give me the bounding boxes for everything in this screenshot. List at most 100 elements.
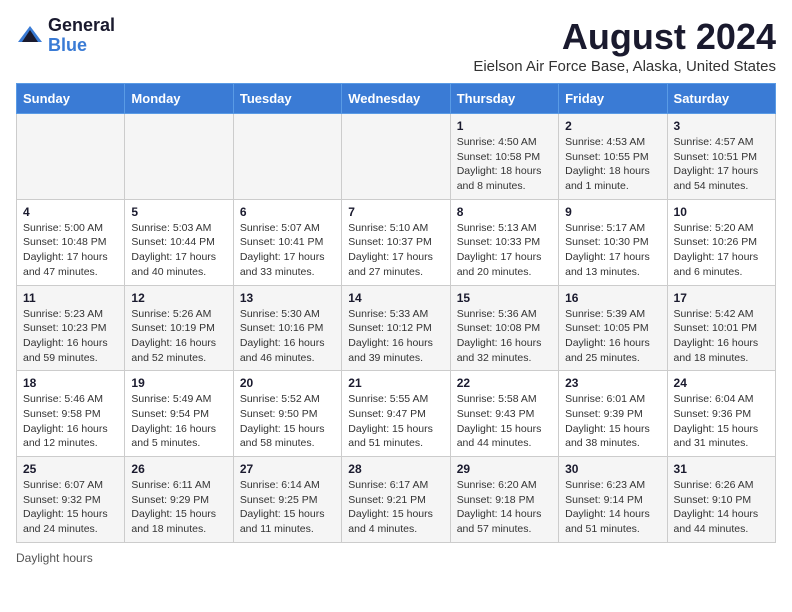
calendar-cell: 13 Sunrise: 5:30 AMSunset: 10:16 PMDaylig… [233, 285, 341, 371]
day-info: Sunrise: 6:20 AMSunset: 9:18 PMDaylight:… [457, 478, 552, 537]
day-info: Sunrise: 5:49 AMSunset: 9:54 PMDaylight:… [131, 392, 226, 451]
day-number: 28 [348, 462, 443, 476]
calendar-cell: 15 Sunrise: 5:36 AMSunset: 10:08 PMDaylig… [450, 285, 558, 371]
day-number: 8 [457, 205, 552, 219]
calendar-cell: 23 Sunrise: 6:01 AMSunset: 9:39 PMDayligh… [559, 371, 667, 457]
day-number: 26 [131, 462, 226, 476]
day-number: 13 [240, 291, 335, 305]
logo-icon [16, 22, 44, 50]
calendar-cell: 22 Sunrise: 5:58 AMSunset: 9:43 PMDayligh… [450, 371, 558, 457]
day-number: 3 [674, 119, 769, 133]
calendar-header-monday: Monday [125, 84, 233, 114]
day-info: Sunrise: 5:55 AMSunset: 9:47 PMDaylight:… [348, 392, 443, 451]
day-info: Sunrise: 5:17 AMSunset: 10:30 PMDaylight… [565, 221, 660, 280]
day-number: 4 [23, 205, 118, 219]
calendar-cell: 9 Sunrise: 5:17 AMSunset: 10:30 PMDayligh… [559, 199, 667, 285]
day-number: 21 [348, 376, 443, 390]
day-info: Sunrise: 5:20 AMSunset: 10:26 PMDaylight… [674, 221, 769, 280]
day-number: 16 [565, 291, 660, 305]
calendar-cell: 12 Sunrise: 5:26 AMSunset: 10:19 PMDaylig… [125, 285, 233, 371]
day-number: 6 [240, 205, 335, 219]
day-info: Sunrise: 4:50 AMSunset: 10:58 PMDaylight… [457, 135, 552, 194]
day-number: 24 [674, 376, 769, 390]
calendar-cell: 10 Sunrise: 5:20 AMSunset: 10:26 PMDaylig… [667, 199, 775, 285]
daylight-hours-label: Daylight hours [16, 551, 93, 565]
day-info: Sunrise: 4:57 AMSunset: 10:51 PMDaylight… [674, 135, 769, 194]
month-year-title: August 2024 [473, 16, 776, 58]
calendar-cell: 28Sunrise: 6:17 AMSunset: 9:21 PMDayligh… [342, 457, 450, 543]
day-number: 30 [565, 462, 660, 476]
day-number: 2 [565, 119, 660, 133]
calendar-cell [125, 114, 233, 200]
day-number: 12 [131, 291, 226, 305]
calendar-header-friday: Friday [559, 84, 667, 114]
logo-text: General Blue [48, 16, 115, 56]
calendar-cell [233, 114, 341, 200]
calendar-cell: 24Sunrise: 6:04 AMSunset: 9:36 PMDayligh… [667, 371, 775, 457]
header: General Blue August 2024 Eielson Air For… [16, 16, 776, 75]
day-number: 1 [457, 119, 552, 133]
logo-blue-label: Blue [48, 36, 115, 56]
calendar-cell: 31 Sunrise: 6:26 AMSunset: 9:10 PMDayligh… [667, 457, 775, 543]
day-number: 11 [23, 291, 118, 305]
logo-general-label: General [48, 16, 115, 36]
calendar-cell: 4Sunrise: 5:00 AMSunset: 10:48 PMDayligh… [17, 199, 125, 285]
calendar-week-row: 25 Sunrise: 6:07 AMSunset: 9:32 PMDayligh… [17, 457, 776, 543]
day-info: Sunrise: 5:52 AMSunset: 9:50 PMDaylight:… [240, 392, 335, 451]
calendar-cell: 27Sunrise: 6:14 AMSunset: 9:25 PMDayligh… [233, 457, 341, 543]
day-info: Sunrise: 5:13 AMSunset: 10:33 PMDaylight… [457, 221, 552, 280]
day-info: Sunrise: 5:03 AMSunset: 10:44 PMDaylight… [131, 221, 226, 280]
day-number: 23 [565, 376, 660, 390]
location-subtitle: Eielson Air Force Base, Alaska, United S… [473, 58, 776, 75]
calendar-cell [342, 114, 450, 200]
calendar-cell: 14Sunrise: 5:33 AMSunset: 10:12 PMDaylig… [342, 285, 450, 371]
day-info: Sunrise: 5:30 AMSunset: 10:16 PMDaylight… [240, 307, 335, 366]
day-number: 7 [348, 205, 443, 219]
day-info: Sunrise: 5:42 AMSunset: 10:01 PMDaylight… [674, 307, 769, 366]
day-number: 22 [457, 376, 552, 390]
day-info: Sunrise: 5:58 AMSunset: 9:43 PMDaylight:… [457, 392, 552, 451]
calendar-week-row: 18 Sunrise: 5:46 AMSunset: 9:58 PMDayligh… [17, 371, 776, 457]
calendar-cell: 11 Sunrise: 5:23 AMSunset: 10:23 PMDaylig… [17, 285, 125, 371]
calendar-cell: 21 Sunrise: 5:55 AMSunset: 9:47 PMDayligh… [342, 371, 450, 457]
day-info: Sunrise: 5:46 AMSunset: 9:58 PMDaylight:… [23, 392, 118, 451]
day-number: 27 [240, 462, 335, 476]
calendar-cell: 17 Sunrise: 5:42 AMSunset: 10:01 PMDaylig… [667, 285, 775, 371]
day-info: Sunrise: 5:23 AMSunset: 10:23 PMDaylight… [23, 307, 118, 366]
calendar-cell: 16 Sunrise: 5:39 AMSunset: 10:05 PMDaylig… [559, 285, 667, 371]
calendar-week-row: 4Sunrise: 5:00 AMSunset: 10:48 PMDayligh… [17, 199, 776, 285]
day-number: 29 [457, 462, 552, 476]
day-info: Sunrise: 5:33 AMSunset: 10:12 PMDaylight… [348, 307, 443, 366]
day-info: Sunrise: 4:53 AMSunset: 10:55 PMDaylight… [565, 135, 660, 194]
calendar-week-row: 1 Sunrise: 4:50 AMSunset: 10:58 PMDayligh… [17, 114, 776, 200]
calendar-week-row: 11 Sunrise: 5:23 AMSunset: 10:23 PMDaylig… [17, 285, 776, 371]
day-number: 25 [23, 462, 118, 476]
day-info: Sunrise: 6:07 AMSunset: 9:32 PMDaylight:… [23, 478, 118, 537]
day-info: Sunrise: 6:01 AMSunset: 9:39 PMDaylight:… [565, 392, 660, 451]
day-number: 17 [674, 291, 769, 305]
calendar-cell: 30Sunrise: 6:23 AMSunset: 9:14 PMDayligh… [559, 457, 667, 543]
calendar-cell: 2 Sunrise: 4:53 AMSunset: 10:55 PMDayligh… [559, 114, 667, 200]
calendar-cell: 18 Sunrise: 5:46 AMSunset: 9:58 PMDayligh… [17, 371, 125, 457]
day-info: Sunrise: 6:26 AMSunset: 9:10 PMDaylight:… [674, 478, 769, 537]
calendar-cell: 6Sunrise: 5:07 AMSunset: 10:41 PMDayligh… [233, 199, 341, 285]
day-number: 31 [674, 462, 769, 476]
logo: General Blue [16, 16, 115, 56]
calendar-header-row: SundayMondayTuesdayWednesdayThursdayFrid… [17, 84, 776, 114]
day-number: 18 [23, 376, 118, 390]
calendar-cell: 20 Sunrise: 5:52 AMSunset: 9:50 PMDayligh… [233, 371, 341, 457]
day-info: Sunrise: 5:39 AMSunset: 10:05 PMDaylight… [565, 307, 660, 366]
calendar-cell: 19Sunrise: 5:49 AMSunset: 9:54 PMDayligh… [125, 371, 233, 457]
day-number: 15 [457, 291, 552, 305]
calendar-cell: 1 Sunrise: 4:50 AMSunset: 10:58 PMDayligh… [450, 114, 558, 200]
calendar-cell: 26Sunrise: 6:11 AMSunset: 9:29 PMDayligh… [125, 457, 233, 543]
day-number: 10 [674, 205, 769, 219]
calendar-cell: 5Sunrise: 5:03 AMSunset: 10:44 PMDayligh… [125, 199, 233, 285]
calendar-header-thursday: Thursday [450, 84, 558, 114]
day-number: 9 [565, 205, 660, 219]
day-info: Sunrise: 5:36 AMSunset: 10:08 PMDaylight… [457, 307, 552, 366]
day-number: 20 [240, 376, 335, 390]
calendar-cell: 25 Sunrise: 6:07 AMSunset: 9:32 PMDayligh… [17, 457, 125, 543]
calendar-cell: 8 Sunrise: 5:13 AMSunset: 10:33 PMDayligh… [450, 199, 558, 285]
day-info: Sunrise: 5:26 AMSunset: 10:19 PMDaylight… [131, 307, 226, 366]
